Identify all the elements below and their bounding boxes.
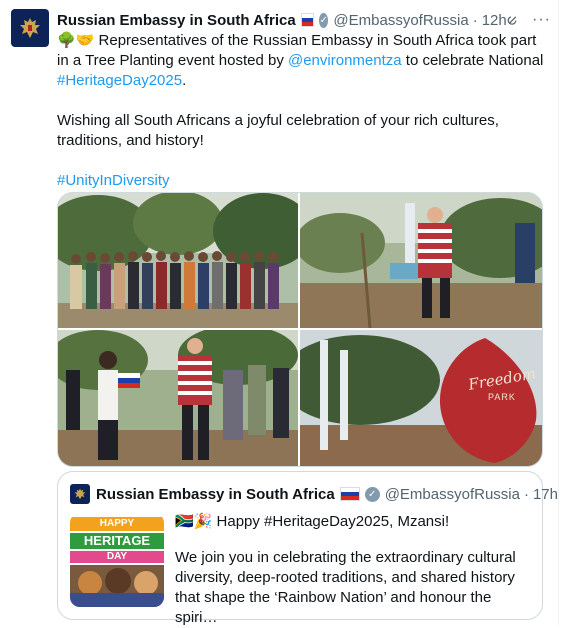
quoted-line-1: 🇿🇦🎉 Happy #HeritageDay2025, Mzansi! <box>175 512 530 532</box>
tweet-text-segment: to celebrate National <box>401 52 544 69</box>
quoted-tweet[interactable]: Russian Embassy in South Africa ✓ @Embas… <box>57 471 558 626</box>
author-name[interactable]: Russian Embassy in South Africa <box>57 12 296 29</box>
thumb-word-heritage: HERITAGE <box>83 533 151 548</box>
dot-separator: · <box>523 485 529 503</box>
tweet-text: 🌳🤝 Representatives of the Russian Embass… <box>57 31 547 191</box>
photo-with-flag[interactable] <box>58 330 298 466</box>
quoted-tweet-text: 🇿🇦🎉 Happy #HeritageDay2025, Mzansi! We j… <box>175 512 530 628</box>
tweet-time[interactable]: 12h <box>482 12 507 29</box>
thumb-word-happy: HAPPY <box>99 518 135 529</box>
sa-flag-party-emoji: 🇿🇦🎉 <box>175 513 213 530</box>
eagle-emblem-icon <box>74 488 86 500</box>
sign-subtitle: PARK <box>488 392 516 402</box>
tree-handshake-emoji: 🌳🤝 <box>57 32 95 49</box>
watering-photo-image <box>300 193 542 328</box>
russia-flag-icon <box>300 13 314 27</box>
group-photo-image <box>58 193 298 328</box>
quoted-text-segment: Happy #HeritageDay2025, Mzansi! <box>212 513 450 530</box>
eagle-emblem-icon <box>20 18 40 38</box>
tweet-header: Russian Embassy in South Africa ✓ @Embas… <box>57 10 551 30</box>
author-avatar[interactable] <box>11 9 49 47</box>
dot-separator: · <box>472 11 478 29</box>
tweet-paragraph-2: Wishing all South Africans a joyful cele… <box>57 112 499 149</box>
photo-freedom-park-sign[interactable]: Freedom PARK <box>300 330 542 466</box>
russia-flag-icon <box>339 487 360 501</box>
photo-watering-tree[interactable] <box>300 193 542 328</box>
quoted-author-handle[interactable]: @EmbassyofRussia <box>385 486 520 503</box>
quoted-tweet-thumbnail[interactable]: HAPPY HERITAGE DAY <box>70 513 164 607</box>
quoted-tweet-time: 17h <box>532 485 558 503</box>
more-options-icon[interactable]: ··· <box>532 12 551 28</box>
flag-photo-image <box>58 330 298 466</box>
tweet-paragraph-1: 🌳🤝 Representatives of the Russian Embass… <box>57 31 547 91</box>
media-grid: Freedom PARK <box>57 192 543 467</box>
verified-badge-icon: ✓ <box>364 486 380 502</box>
hashtag-unity-link[interactable]: #UnityInDiversity <box>57 171 547 191</box>
quoted-paragraph-2: We join you in celebrating the extraordi… <box>175 549 516 626</box>
grok-icon[interactable] <box>507 11 518 29</box>
hashtag-heritageday-link[interactable]: #HeritageDay2025 <box>57 72 182 89</box>
author-handle[interactable]: @EmbassyofRussia <box>333 12 468 29</box>
timeline-divider <box>558 0 559 625</box>
thumb-word-day: DAY <box>106 551 128 562</box>
verified-badge-icon: ✓ <box>318 12 329 28</box>
quoted-author-avatar[interactable] <box>70 484 90 504</box>
quoted-author-name[interactable]: Russian Embassy in South Africa <box>96 486 335 503</box>
photo-group[interactable] <box>58 193 298 328</box>
mention-link[interactable]: @environmentza <box>288 52 402 69</box>
tweet-text-segment: . <box>182 72 187 89</box>
quoted-tweet-header: Russian Embassy in South Africa ✓ @Embas… <box>70 484 558 504</box>
